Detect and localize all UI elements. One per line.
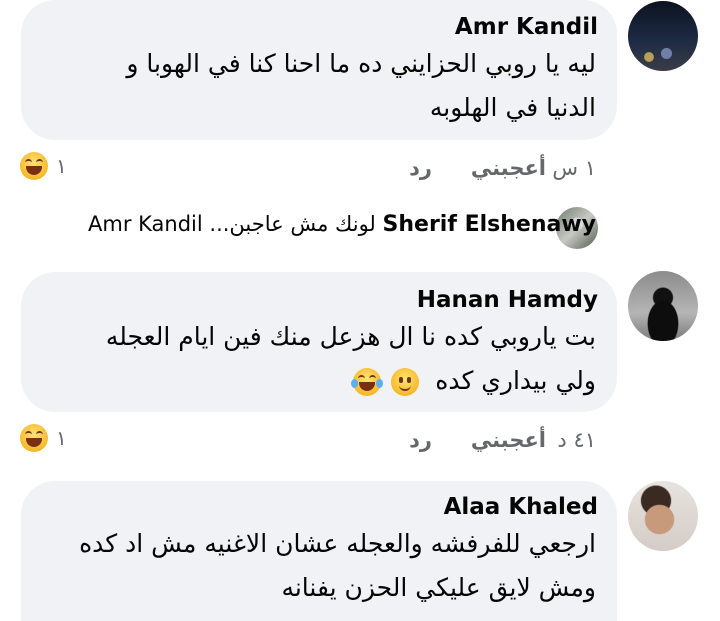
comment-text: بت ياروبي كده نا ال هزعل منك فين ايام ال… (36, 315, 596, 403)
comment-text: ارجعي للفرفشه والعجله عشان الاغنيه مش اد… (36, 522, 596, 610)
tears-of-joy-emoji-icon (351, 368, 384, 396)
reply-author[interactable]: Sherif Elshenawy (383, 212, 596, 237)
comment-author[interactable]: Hanan Hamdy (417, 287, 598, 313)
smiling-emoji-icon (391, 368, 420, 396)
reply-button[interactable]: رد (409, 156, 432, 180)
comment-line-text: ولي بيداري كده (435, 366, 596, 395)
comment-line: ارجعي للفرفشه والعجله عشان الاغنيه مش اد… (79, 529, 596, 558)
comment-time[interactable]: ١ س (552, 156, 596, 180)
comment-text: ليه يا روبي الحزايني ده ما احنا كنا في ا… (36, 42, 596, 130)
comment-time[interactable]: ٤١ د (557, 428, 596, 452)
comment-line: الدنيا في الهلوبه (429, 93, 596, 122)
comment-line: بت ياروبي كده نا ال هزعل منك فين ايام ال… (105, 322, 596, 351)
comment-line: ولي بيداري كده (36, 359, 596, 403)
avatar-alaa-khaled[interactable] (628, 481, 698, 551)
comment-author[interactable]: Alaa Khaled (444, 494, 598, 520)
avatar-hanan-hamdy[interactable] (628, 271, 698, 341)
reply-snippet: لونك مش عاجبن... Amr Kandil (88, 212, 376, 236)
reply-button[interactable]: رد (409, 428, 432, 452)
comment-actions: ١ س أعجبني رد (0, 156, 720, 186)
comment-actions: ٤١ د أعجبني رد (0, 428, 720, 458)
comment-line: ومش لايق عليكي الحزن يفنانه (281, 573, 596, 602)
comment-line: ليه يا روبي الحزايني ده ما احنا كنا في ا… (126, 49, 596, 78)
like-button[interactable]: أعجبني (471, 428, 546, 452)
comment-author[interactable]: Amr Kandil (455, 14, 598, 40)
reply-preview[interactable]: Sherif Elshenawy لونك مش عاجبن... Amr Ka… (88, 212, 596, 237)
avatar-amr-kandil[interactable] (628, 1, 698, 71)
like-button[interactable]: أعجبني (471, 156, 546, 180)
